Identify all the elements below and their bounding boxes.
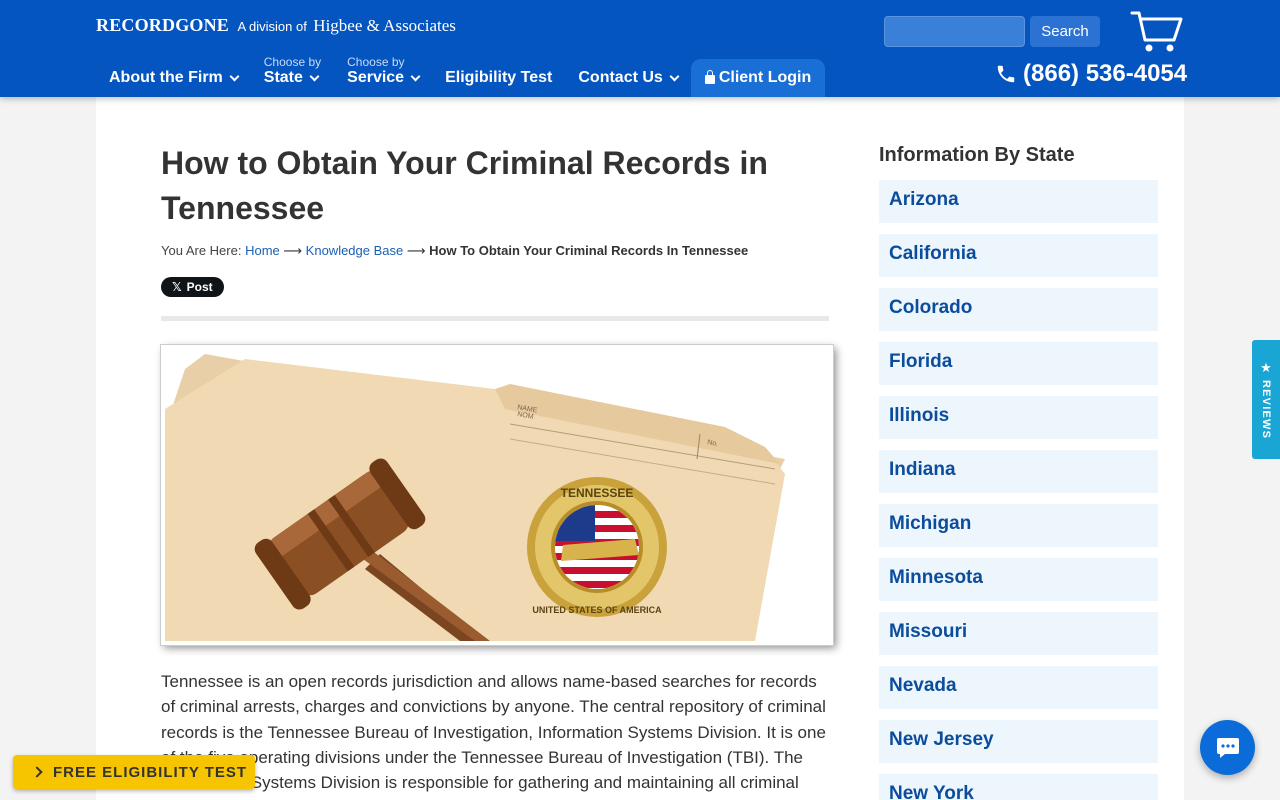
chat-button[interactable]	[1200, 720, 1255, 775]
state-link-arizona[interactable]: Arizona	[879, 180, 1158, 223]
brand-logo[interactable]: RECORDGONE A division of Higbee & Associ…	[96, 15, 456, 36]
brand-division-text: A division of	[237, 19, 307, 34]
nav-eligibility-test[interactable]: Eligibility Test	[432, 69, 565, 97]
breadcrumb-knowledge-base-link[interactable]: Knowledge Base	[306, 243, 404, 258]
state-link-new-york[interactable]: New York	[879, 774, 1158, 800]
reviews-label: REVIEWS	[1260, 380, 1272, 440]
state-link-missouri[interactable]: Missouri	[879, 612, 1158, 655]
hero-image: NAME NOM No. TENNESSEE UNITED STATES OF …	[160, 344, 834, 646]
sidebar: Information By State Arizona California …	[879, 144, 1158, 800]
reviews-tab[interactable]: ★ REVIEWS	[1252, 340, 1280, 459]
breadcrumb: You Are Here: Home ⟶ Knowledge Base ⟶ Ho…	[161, 243, 829, 259]
search-input[interactable]	[884, 16, 1025, 47]
nav-choose-by-service[interactable]: Choose by Service	[334, 56, 432, 97]
brand-parent: Higbee & Associates	[313, 16, 456, 35]
state-link-nevada[interactable]: Nevada	[879, 666, 1158, 709]
content-card: How to Obtain Your Criminal Records in T…	[96, 97, 1184, 800]
x-post-button[interactable]: 𝕏 Post	[161, 277, 224, 297]
tennessee-seal: TENNESSEE UNITED STATES OF AMERICA	[527, 477, 667, 617]
article-body: Tennessee is an open records jurisdictio…	[161, 672, 826, 800]
article: How to Obtain Your Criminal Records in T…	[160, 141, 834, 800]
chevron-right-icon	[31, 766, 43, 778]
state-link-colorado[interactable]: Colorado	[879, 288, 1158, 331]
breadcrumb-prefix: You Are Here:	[161, 243, 242, 258]
state-link-minnesota[interactable]: Minnesota	[879, 558, 1158, 601]
page-title: How to Obtain Your Criminal Records in T…	[161, 145, 768, 226]
chevron-down-icon	[410, 71, 421, 81]
site-header: RECORDGONE A division of Higbee & Associ…	[0, 0, 1280, 97]
nav-label: Contact Us	[578, 69, 663, 86]
nav-label: About the Firm	[109, 69, 223, 86]
state-link-michigan[interactable]: Michigan	[879, 504, 1158, 547]
folder-gavel-seal-image: NAME NOM No. TENNESSEE UNITED STATES OF …	[165, 349, 829, 641]
lock-icon	[704, 69, 715, 84]
breadcrumb-separator: ⟶	[406, 243, 426, 258]
phone-number: (866) 536-4054	[1023, 60, 1188, 87]
breadcrumb-separator: ⟶	[283, 243, 303, 258]
state-link-california[interactable]: California	[879, 234, 1158, 277]
chat-bubble-icon	[1216, 737, 1239, 758]
chevron-down-icon	[229, 71, 240, 81]
state-link-indiana[interactable]: Indiana	[879, 450, 1158, 493]
phone-link[interactable]: (866) 536-4054	[995, 60, 1187, 88]
nav-client-login[interactable]: Client Login	[690, 59, 826, 97]
nav-about-the-firm[interactable]: About the Firm	[96, 69, 251, 97]
x-post-label: Post	[186, 280, 213, 294]
state-link-florida[interactable]: Florida	[879, 342, 1158, 385]
main-nav: About the Firm Choose by State Choose by…	[96, 52, 826, 97]
free-eligibility-test-label: FREE ELIGIBILITY TEST	[53, 763, 248, 781]
divider	[161, 316, 829, 321]
breadcrumb-home-link[interactable]: Home	[245, 243, 280, 258]
nav-sublabel: Choose by	[347, 55, 405, 69]
star-icon: ★	[1260, 360, 1272, 375]
nav-label: Eligibility Test	[445, 69, 553, 86]
nav-label: Client Login	[718, 69, 812, 86]
seal-bottom-text: UNITED STATES OF AMERICA	[532, 605, 662, 615]
sidebar-heading: Information By State	[879, 144, 1075, 166]
nav-sublabel: Choose by	[263, 55, 322, 69]
nav-contact-us[interactable]: Contact Us	[565, 69, 690, 97]
nav-label: State	[263, 69, 303, 86]
state-link-illinois[interactable]: Illinois	[879, 396, 1158, 439]
seal-top-text: TENNESSEE	[561, 486, 634, 500]
shopping-cart-icon[interactable]	[1130, 10, 1184, 54]
brand-name: RECORDGONE	[96, 15, 230, 35]
state-link-new-jersey[interactable]: New Jersey	[879, 720, 1158, 763]
free-eligibility-test-button[interactable]: FREE ELIGIBILITY TEST	[13, 755, 255, 789]
search-button[interactable]: Search	[1030, 16, 1100, 47]
phone-icon	[997, 65, 1015, 83]
chevron-down-icon	[309, 71, 320, 81]
x-logo-icon: 𝕏	[172, 280, 182, 294]
breadcrumb-current: How To Obtain Your Criminal Records In T…	[429, 243, 749, 258]
nav-label: Service	[347, 69, 405, 86]
chevron-down-icon	[669, 71, 680, 81]
nav-choose-by-state[interactable]: Choose by State	[251, 56, 334, 97]
